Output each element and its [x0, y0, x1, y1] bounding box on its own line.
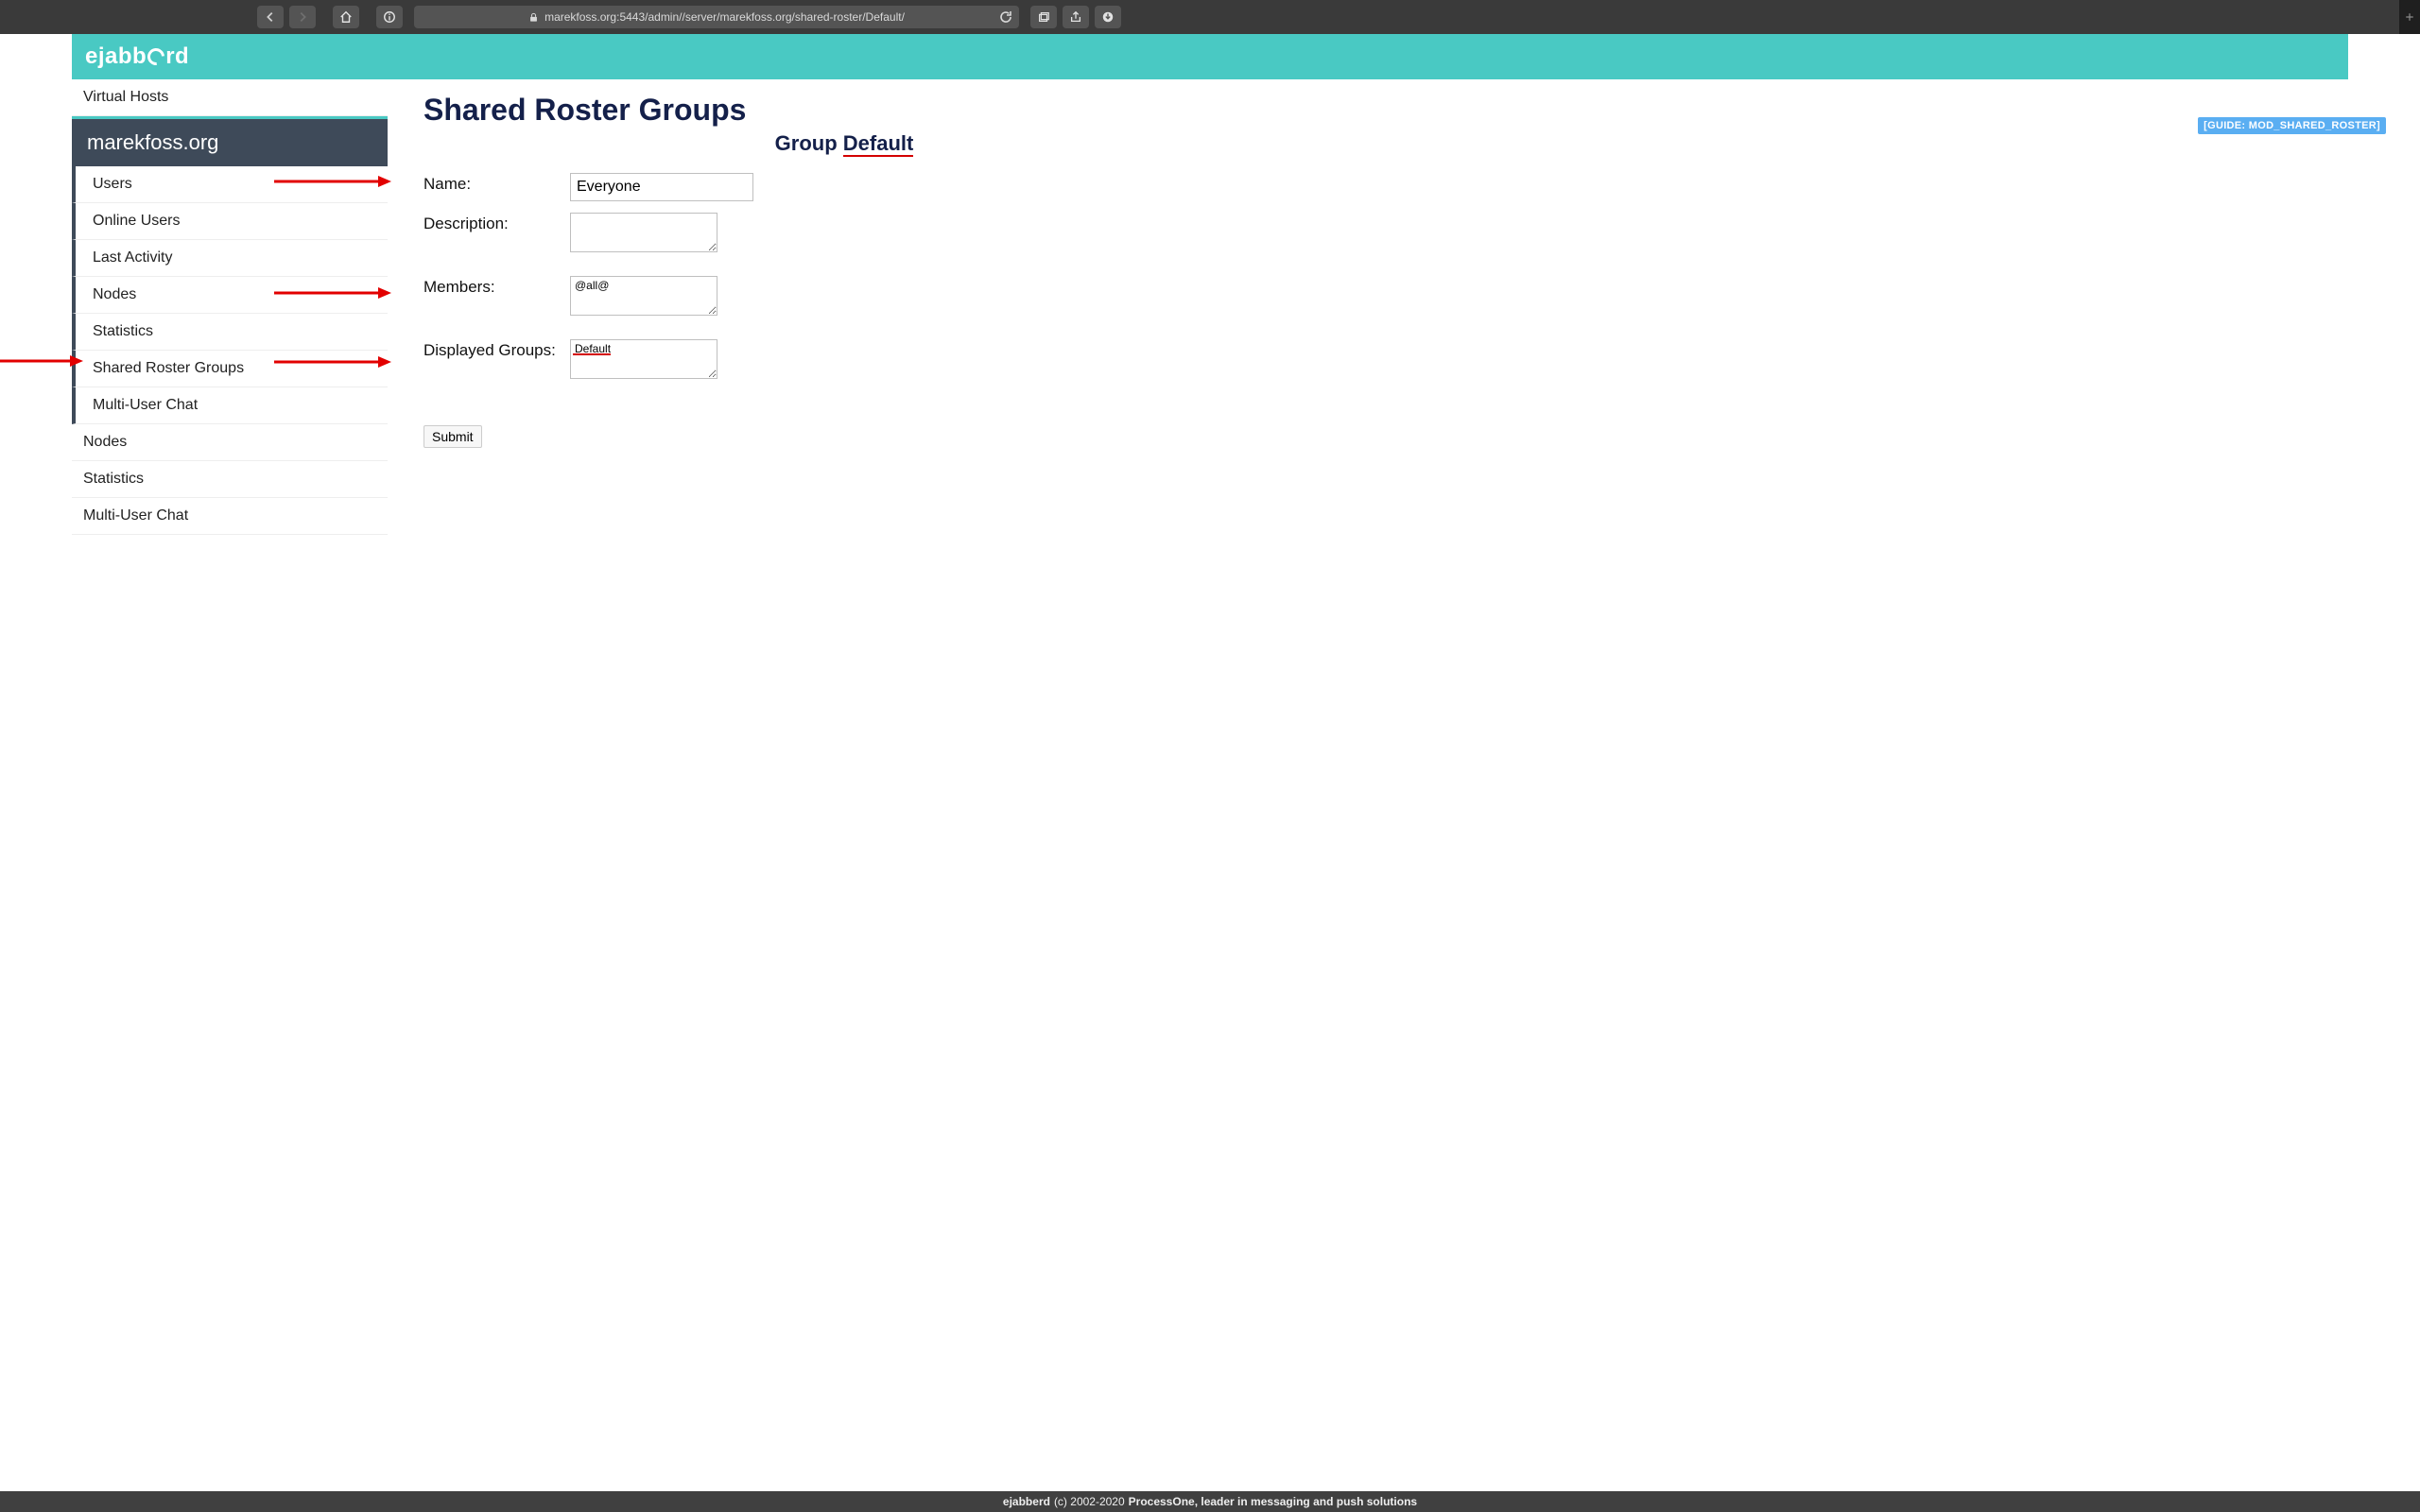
share-button[interactable]: [1063, 6, 1089, 28]
footer: ejabberd (c) 2002-2020 ProcessOne, leade…: [0, 1491, 2420, 1512]
sidebar-item-last-activity[interactable]: Last Activity: [72, 240, 388, 277]
url-text: marekfoss.org:5443/admin//server/marekfo…: [544, 10, 905, 24]
description-label: Description:: [424, 213, 561, 233]
members-textarea[interactable]: [570, 276, 717, 316]
name-label: Name:: [424, 173, 561, 194]
nav-back-button[interactable]: [257, 6, 284, 28]
sidebar-item-statistics[interactable]: Statistics: [72, 314, 388, 351]
sidebar-item-multi-user-chat[interactable]: Multi-User Chat: [72, 387, 388, 424]
url-bar[interactable]: marekfoss.org:5443/admin//server/marekfo…: [414, 6, 1019, 28]
displayed-groups-textarea[interactable]: [570, 339, 717, 379]
members-label: Members:: [424, 276, 561, 297]
sidebar-item-statistics-global[interactable]: Statistics: [72, 461, 388, 498]
sidebar-item-users[interactable]: Users: [72, 166, 388, 203]
downloads-button[interactable]: [1095, 6, 1121, 28]
sidebar-item-online-users[interactable]: Online Users: [72, 203, 388, 240]
sidebar: Virtual Hosts marekfoss.org Users Online…: [72, 79, 388, 1491]
displayed-groups-label: Displayed Groups:: [424, 339, 561, 360]
sidebar-item-shared-roster-groups[interactable]: Shared Roster Groups: [72, 351, 388, 387]
description-textarea[interactable]: [570, 213, 717, 252]
home-button[interactable]: [333, 6, 359, 28]
sidebar-item-nodes-global[interactable]: Nodes: [72, 424, 388, 461]
reload-button[interactable]: [998, 9, 1013, 25]
name-input[interactable]: [570, 173, 753, 201]
sidebar-item-muc-global[interactable]: Multi-User Chat: [72, 498, 388, 535]
content-area: Shared Roster Groups Group Default [GUID…: [388, 79, 2348, 1491]
sidebar-item-nodes[interactable]: Nodes: [72, 277, 388, 314]
lock-icon: [528, 12, 539, 23]
group-name-underlined: Default: [843, 131, 914, 157]
ejabberd-logo: ejabb rd: [85, 43, 189, 70]
page-subtitle: Group Default: [650, 131, 1038, 156]
new-tab-button[interactable]: [2399, 0, 2420, 34]
info-button[interactable]: [376, 6, 403, 28]
sidebar-item-virtual-hosts[interactable]: Virtual Hosts: [72, 79, 388, 116]
sidebar-host-header[interactable]: marekfoss.org: [72, 116, 388, 166]
guide-badge[interactable]: [GUIDE: MOD_SHARED_ROSTER]: [2198, 117, 2386, 134]
page-title: Shared Roster Groups: [424, 93, 2312, 128]
browser-toolbar: marekfoss.org:5443/admin//server/marekfo…: [0, 0, 2420, 34]
group-form: Name: Description: Members: Displayed Gr…: [424, 173, 2312, 448]
tabs-button[interactable]: [1030, 6, 1057, 28]
app-header: ejabb rd: [72, 34, 2348, 79]
annotation-underline-icon: [573, 353, 611, 355]
nav-forward-button[interactable]: [289, 6, 316, 28]
submit-button[interactable]: Submit: [424, 425, 482, 448]
